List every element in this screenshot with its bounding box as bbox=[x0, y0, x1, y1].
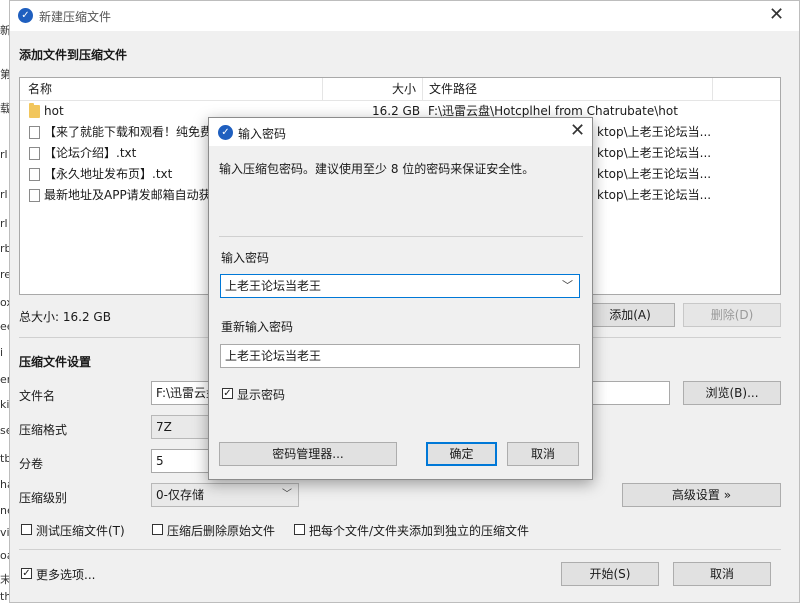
filename-label: 文件名 bbox=[19, 389, 56, 403]
format-value: 7Z bbox=[156, 420, 172, 434]
show-password-checkbox[interactable]: ✓ bbox=[222, 388, 233, 399]
column-header-name[interactable]: 名称 bbox=[28, 78, 52, 100]
password-dialog: ✓ 输入密码 ✕ 输入压缩包密码。建议使用至少 8 位的密码来保证安全性。 输入… bbox=[208, 117, 593, 480]
divider bbox=[219, 236, 583, 237]
show-password-label[interactable]: 显示密码 bbox=[237, 386, 285, 403]
document-icon bbox=[29, 126, 40, 139]
volume-label: 分卷 bbox=[19, 457, 44, 471]
document-icon bbox=[29, 168, 40, 181]
dialog-title: 输入密码 bbox=[238, 127, 287, 141]
settings-title: 压缩文件设置 bbox=[19, 355, 92, 369]
more-options-checkbox[interactable]: ✓ bbox=[21, 568, 32, 579]
add-button[interactable]: 添加(A) bbox=[585, 303, 675, 327]
file-name: hot bbox=[44, 104, 64, 118]
column-header-size[interactable]: 大小 bbox=[392, 78, 416, 100]
level-label: 压缩级别 bbox=[19, 491, 68, 505]
confirm-password-label: 重新输入密码 bbox=[221, 320, 294, 334]
column-divider[interactable] bbox=[322, 78, 323, 100]
column-header-path[interactable]: 文件路径 bbox=[429, 78, 477, 100]
separate-archives-checkbox[interactable] bbox=[294, 524, 305, 535]
file-name: 最新地址及APP请发邮箱自动获 bbox=[44, 188, 211, 202]
dialog-title-bar: ✓ 输入密码 ✕ bbox=[209, 118, 592, 146]
password-manager-button[interactable]: 密码管理器... bbox=[219, 442, 397, 466]
more-options-label[interactable]: 更多选项... bbox=[36, 566, 95, 583]
chevron-down-icon[interactable]: ﹀ bbox=[562, 275, 573, 297]
title-bar: ✓ 新建压缩文件 ✕ bbox=[10, 1, 799, 31]
advanced-settings-button[interactable]: 高级设置 » bbox=[622, 483, 781, 507]
app-logo-icon: ✓ bbox=[18, 8, 33, 23]
file-path: ktop\上老王论坛当... bbox=[597, 146, 712, 160]
file-path: ktop\上老王论坛当... bbox=[597, 188, 712, 202]
password-label: 输入密码 bbox=[221, 251, 270, 265]
level-select[interactable]: 0-仅存储 ﹀ bbox=[151, 483, 299, 507]
chevron-down-icon: ﹀ bbox=[282, 489, 292, 500]
separate-archives-label[interactable]: 把每个文件/文件夹添加到独立的压缩文件 bbox=[309, 522, 529, 539]
window-title: 新建压缩文件 bbox=[39, 10, 112, 24]
test-archive-checkbox[interactable] bbox=[21, 524, 32, 535]
window-close-icon[interactable]: ✕ bbox=[769, 6, 784, 24]
dialog-cancel-button[interactable]: 取消 bbox=[507, 442, 579, 466]
file-path: ktop\上老王论坛当... bbox=[597, 125, 712, 139]
level-value: 0-仅存储 bbox=[156, 488, 204, 502]
divider bbox=[19, 549, 781, 550]
file-name: 【来了就能下载和观看！纯免费 bbox=[44, 125, 213, 139]
document-icon bbox=[29, 147, 40, 160]
password-combo[interactable]: 上老王论坛当老王 ﹀ bbox=[220, 274, 580, 298]
app-logo-icon: ✓ bbox=[218, 125, 233, 140]
cancel-button[interactable]: 取消 bbox=[673, 562, 771, 586]
total-size-label: 总大小: 16.2 GB bbox=[19, 310, 111, 324]
add-files-title: 添加文件到压缩文件 bbox=[19, 48, 128, 62]
confirm-password-input[interactable]: 上老王论坛当老王 bbox=[220, 344, 580, 368]
password-value: 上老王论坛当老王 bbox=[225, 279, 322, 293]
file-name: 【永久地址发布页】.txt bbox=[44, 167, 173, 181]
column-divider[interactable] bbox=[712, 78, 713, 100]
browse-button[interactable]: 浏览(B)... bbox=[683, 381, 781, 405]
delete-original-checkbox[interactable] bbox=[152, 524, 163, 535]
delete-original-label[interactable]: 压缩后删除原始文件 bbox=[167, 522, 275, 539]
dialog-description: 输入压缩包密码。建议使用至少 8 位的密码来保证安全性。 bbox=[219, 162, 535, 176]
delete-button[interactable]: 删除(D) bbox=[683, 303, 781, 327]
file-name: 【论坛介绍】.txt bbox=[44, 146, 137, 160]
dialog-close-icon[interactable]: ✕ bbox=[570, 122, 585, 140]
test-archive-label[interactable]: 测试压缩文件(T) bbox=[36, 522, 125, 539]
column-divider[interactable] bbox=[422, 78, 423, 100]
folder-icon bbox=[29, 103, 40, 118]
file-path: ktop\上老王论坛当... bbox=[597, 167, 712, 181]
file-list-header: 名称 大小 文件路径 bbox=[20, 78, 780, 101]
start-button[interactable]: 开始(S) bbox=[561, 562, 659, 586]
ok-button[interactable]: 确定 bbox=[426, 442, 497, 466]
document-icon bbox=[29, 189, 40, 202]
format-label: 压缩格式 bbox=[19, 423, 68, 437]
